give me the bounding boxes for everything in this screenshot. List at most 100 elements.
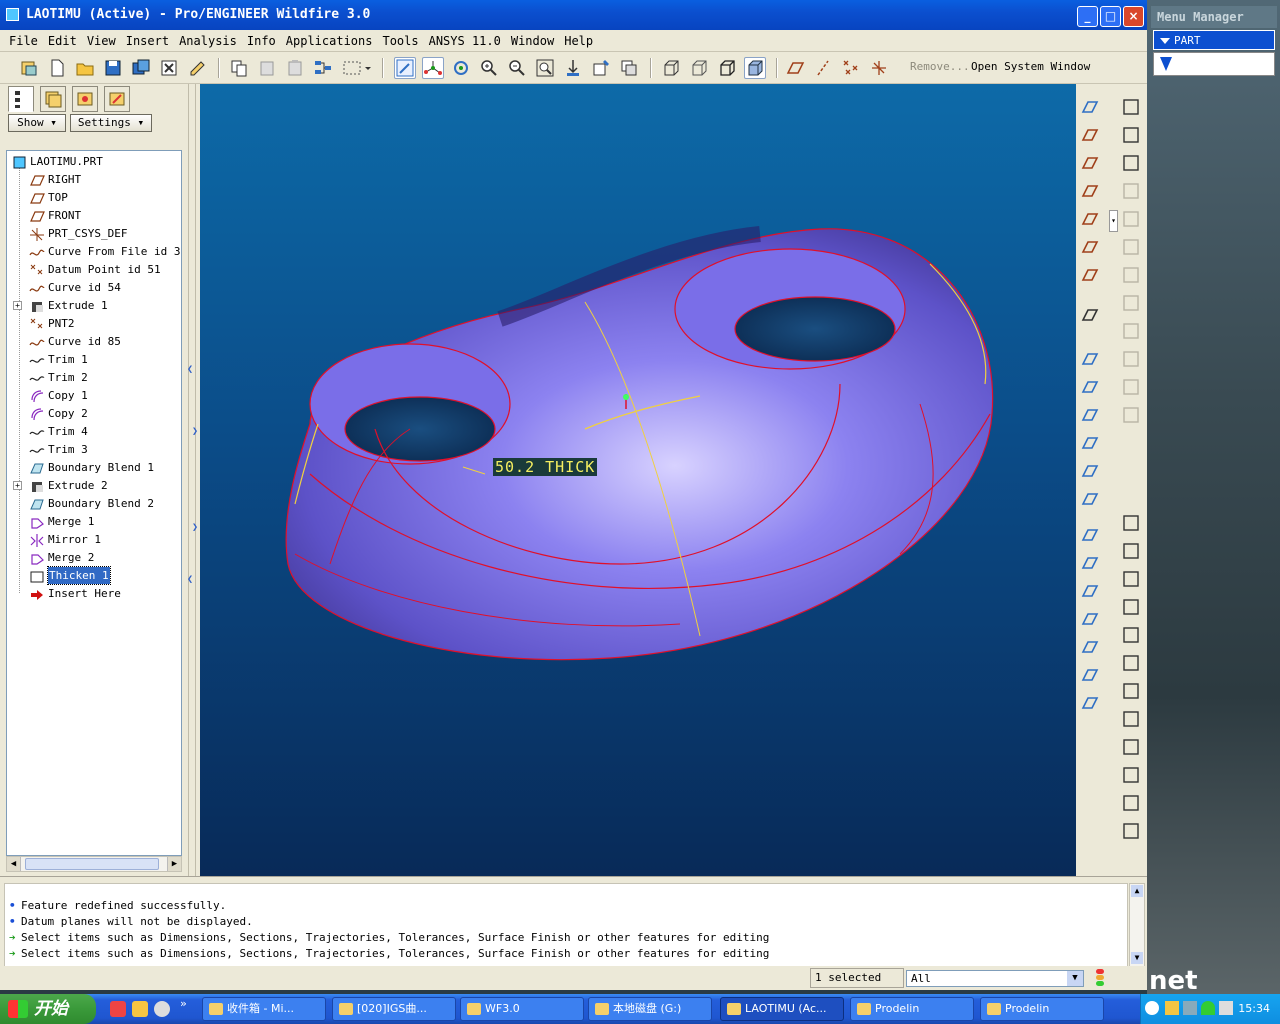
redo-icon[interactable] <box>1120 124 1142 146</box>
curvature-analysis-icon[interactable] <box>1120 652 1142 674</box>
tree-item[interactable]: Datum Point id 51 <box>29 261 181 278</box>
datum-curve-tool-icon[interactable] <box>1079 180 1101 202</box>
settings-dropdown[interactable]: Settings ▾ <box>70 114 152 132</box>
intersect-icon[interactable] <box>1120 264 1142 286</box>
trim-tool-icon[interactable] <box>1120 236 1142 258</box>
reflection-analysis-icon[interactable] <box>1120 708 1142 730</box>
datum-point-tool-icon[interactable] <box>1079 208 1101 230</box>
tab-connections[interactable] <box>104 86 130 112</box>
maximize-button[interactable]: □ <box>1100 6 1121 27</box>
tree-item[interactable]: RIGHT <box>29 171 181 188</box>
expand-arrow-icon[interactable]: ❯ <box>192 426 198 437</box>
tree-item[interactable]: Merge 2 <box>29 549 181 566</box>
coordinate-system-tool-icon[interactable] <box>1079 236 1101 258</box>
show-dropdown[interactable]: Show ▾ <box>8 114 66 132</box>
tray-app-icon[interactable] <box>1165 1001 1179 1015</box>
scroll-left-icon[interactable]: ◀ <box>7 857 21 871</box>
refit-icon[interactable] <box>534 57 556 79</box>
tree-item[interactable]: Extrude 1 <box>29 297 181 314</box>
taskbar-button[interactable]: [020]IGS曲... <box>332 997 456 1021</box>
thickness-dimension[interactable]: 50.2 THICK <box>493 458 598 476</box>
start-button[interactable]: 开始 <box>0 994 96 1024</box>
color-wheel-icon[interactable] <box>1120 792 1142 814</box>
menu-help[interactable]: Help <box>559 30 598 52</box>
tab-folder-browser[interactable] <box>40 86 66 112</box>
shell-icon[interactable] <box>1079 376 1101 398</box>
repaint-icon[interactable] <box>394 57 416 79</box>
close-window-icon[interactable] <box>158 57 180 79</box>
dropdown-arrow-icon[interactable]: ▼ <box>1067 971 1083 986</box>
orient-mode-icon[interactable] <box>450 57 472 79</box>
tree-item[interactable]: PNT2 <box>29 315 181 332</box>
tree-item[interactable]: FRONT <box>29 207 181 224</box>
tab-model-tree[interactable] <box>8 86 34 112</box>
offset-icon[interactable] <box>1120 348 1142 370</box>
revolve-tool-icon[interactable] <box>1079 552 1101 574</box>
menu-manager-part[interactable]: PART <box>1153 30 1275 50</box>
menu-window[interactable]: Window <box>506 30 559 52</box>
draft-icon[interactable] <box>1079 432 1101 454</box>
new-file-icon[interactable] <box>46 57 68 79</box>
layers-icon[interactable] <box>618 57 640 79</box>
print-icon[interactable] <box>186 57 208 79</box>
save-icon[interactable] <box>102 57 124 79</box>
taskbar-button[interactable]: Prodelin <box>980 997 1104 1021</box>
menu-insert[interactable]: Insert <box>121 30 174 52</box>
app-icon[interactable] <box>6 8 19 21</box>
menu-view[interactable]: View <box>82 30 121 52</box>
tree-item[interactable]: Copy 2 <box>29 405 181 422</box>
tree-item[interactable]: Copy 1 <box>29 387 181 404</box>
mirror-tool-icon[interactable] <box>1120 180 1142 202</box>
mass-properties-icon[interactable] <box>1120 624 1142 646</box>
flyout-arrow-icon[interactable]: ▾ <box>1109 210 1118 232</box>
taskbar-button[interactable]: WF3.0 <box>460 997 584 1021</box>
scroll-up-icon[interactable]: ▲ <box>1131 885 1143 897</box>
selection-filter[interactable]: All ▼ <box>906 970 1084 987</box>
shading-analysis-icon[interactable] <box>1120 736 1142 758</box>
thicken-tool-icon[interactable] <box>1120 376 1142 398</box>
tree-item[interactable]: Trim 2 <box>29 369 181 386</box>
style-icon[interactable] <box>1079 664 1101 686</box>
tree-item[interactable]: Trim 1 <box>29 351 181 368</box>
collapse-arrow-icon[interactable]: ❮ <box>187 574 193 585</box>
open-system-window-button[interactable]: Open System Window <box>971 60 1090 73</box>
rib-icon[interactable] <box>1079 404 1101 426</box>
measure-length-icon[interactable] <box>1120 540 1142 562</box>
datum-points-icon[interactable] <box>840 57 862 79</box>
menu-analysis[interactable]: Analysis <box>174 30 242 52</box>
taskbar-button[interactable]: 收件箱 - Mi... <box>202 997 326 1021</box>
note-icon[interactable] <box>1079 304 1101 326</box>
taskbar-button[interactable]: LAOTIMU (Ac... <box>720 997 844 1021</box>
close-button[interactable]: × <box>1123 6 1144 27</box>
traffic-light-icon[interactable] <box>1094 969 1106 987</box>
merge-tool-icon[interactable] <box>1120 208 1142 230</box>
taskbar-button[interactable]: 本地磁盘 (G:) <box>588 997 712 1021</box>
model-surface[interactable] <box>200 84 1076 876</box>
scroll-down-icon[interactable]: ▼ <box>1131 952 1143 964</box>
tree-item[interactable]: Mirror 1 <box>29 531 181 548</box>
wrap-icon[interactable] <box>1120 320 1142 342</box>
extrude-tool-icon[interactable] <box>1079 524 1101 546</box>
scroll-right-icon[interactable]: ▶ <box>167 857 181 871</box>
menu-edit[interactable]: Edit <box>43 30 82 52</box>
hidden-line-icon[interactable] <box>688 57 710 79</box>
tree-item[interactable]: Thicken 1 <box>29 566 181 585</box>
wireframe-icon[interactable] <box>660 57 682 79</box>
message-scrollbar[interactable]: ▲ ▼ <box>1129 883 1145 967</box>
tree-item[interactable]: Insert Here <box>29 585 181 602</box>
tray-back-icon[interactable] <box>1145 1001 1159 1015</box>
quicklaunch-outlook-icon[interactable] <box>132 1001 148 1017</box>
spin-center-icon[interactable] <box>422 57 444 79</box>
rainbow-icon[interactable] <box>1120 820 1142 842</box>
menu-tools[interactable]: Tools <box>377 30 423 52</box>
quicklaunch-media-icon[interactable] <box>154 1001 170 1017</box>
measure-distance-icon[interactable] <box>1120 512 1142 534</box>
paste-special-icon[interactable] <box>284 57 306 79</box>
measure-diameter-icon[interactable] <box>1120 596 1142 618</box>
menu-manager-subpanel[interactable] <box>1153 52 1275 76</box>
round-icon[interactable] <box>1079 460 1101 482</box>
graphics-window[interactable]: 50.2 THICK <box>200 84 1076 876</box>
expand-arrow-icon[interactable]: ❯ <box>192 522 198 533</box>
saved-views-icon[interactable] <box>590 57 612 79</box>
tree-item[interactable]: TOP <box>29 189 181 206</box>
